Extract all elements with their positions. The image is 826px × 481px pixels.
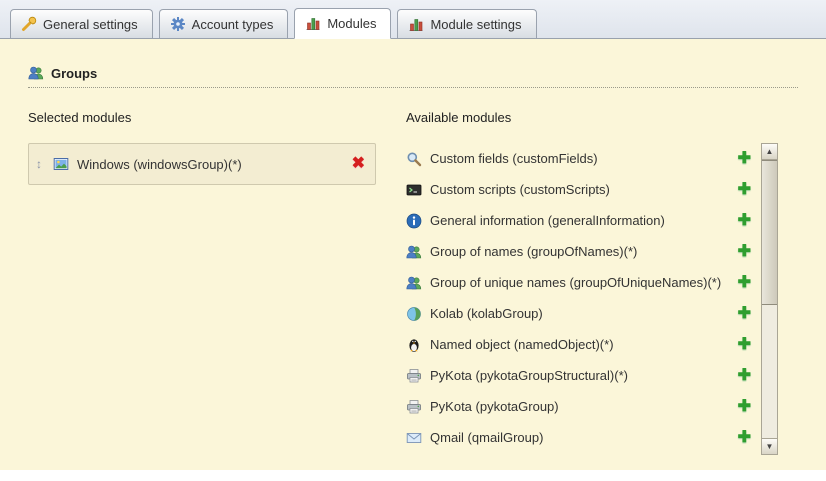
script-icon [406, 182, 422, 198]
available-module-label: General information (generalInformation) [430, 213, 730, 229]
available-module-label: Custom fields (customFields) [430, 151, 730, 167]
tab-general-settings[interactable]: General settings [10, 9, 153, 38]
available-module-label: Named object (namedObject)(*) [430, 337, 730, 353]
kolab-icon [406, 306, 422, 322]
available-module-label: Custom scripts (customScripts) [430, 182, 730, 198]
available-modules-label: Available modules [406, 110, 778, 125]
available-module-label: PyKota (pykotaGroupStructural)(*) [430, 368, 730, 384]
available-module-row: Custom fields (customFields) ✚ [406, 143, 761, 174]
printer-icon [406, 368, 422, 384]
add-module-button[interactable]: ✚ [738, 430, 751, 446]
available-module-row: PyKota (pykotaGroupStructural)(*) ✚ [406, 360, 761, 391]
selected-module-label: Windows (windowsGroup)(*) [77, 157, 344, 172]
add-module-button[interactable]: ✚ [738, 337, 751, 353]
add-module-button[interactable]: ✚ [738, 399, 751, 415]
available-module-row: Named object (namedObject)(*) ✚ [406, 329, 761, 360]
add-module-button[interactable]: ✚ [738, 151, 751, 167]
available-module-row: Group of names (groupOfNames)(*) ✚ [406, 236, 761, 267]
tab-module-settings[interactable]: Module settings [397, 9, 536, 38]
scrollbar-thumb[interactable] [762, 160, 777, 305]
available-module-label: Kolab (kolabGroup) [430, 306, 730, 322]
add-module-button[interactable]: ✚ [738, 244, 751, 260]
wrench-icon [21, 16, 37, 32]
available-module-row: Custom scripts (customScripts) ✚ [406, 174, 761, 205]
available-module-row: Group of unique names (groupOfUniqueName… [406, 267, 761, 298]
tab-bar: General settings Account types Modules M… [0, 0, 826, 39]
add-module-button[interactable]: ✚ [738, 275, 751, 291]
scroll-down-button[interactable]: ▼ [762, 438, 777, 454]
magnifier-icon [406, 151, 422, 167]
chart-icon [305, 15, 321, 31]
info-icon [406, 213, 422, 229]
groups-icon [28, 65, 44, 81]
add-module-button[interactable]: ✚ [738, 368, 751, 384]
group-icon [406, 275, 422, 291]
selected-module-row[interactable]: ↕ Windows (windowsGroup)(*) ✖ [29, 144, 375, 184]
remove-module-button[interactable]: ✖ [352, 156, 365, 172]
available-module-row: Qmail (qmailGroup) ✚ [406, 422, 761, 453]
selected-modules-label: Selected modules [28, 110, 376, 125]
available-module-row: PyKota (pykotaGroup) ✚ [406, 391, 761, 422]
scroll-up-button[interactable]: ▲ [762, 144, 777, 160]
tab-account-types[interactable]: Account types [159, 9, 289, 38]
add-module-button[interactable]: ✚ [738, 306, 751, 322]
penguin-icon [406, 337, 422, 353]
tab-modules[interactable]: Modules [294, 8, 391, 39]
add-module-button[interactable]: ✚ [738, 182, 751, 198]
available-module-label: Group of names (groupOfNames)(*) [430, 244, 730, 260]
chart-icon [408, 16, 424, 32]
drag-handle-icon[interactable]: ↕ [33, 157, 45, 171]
selected-modules-list: ↕ Windows (windowsGroup)(*) ✖ [28, 143, 376, 185]
image-icon [53, 156, 69, 172]
available-modules-list: Custom fields (customFields) ✚ Custom sc… [406, 143, 761, 455]
section-title: Groups [51, 66, 97, 81]
group-icon [406, 244, 422, 260]
groups-section-heading: Groups [28, 65, 798, 88]
available-module-row: Kolab (kolabGroup) ✚ [406, 298, 761, 329]
lam-config-page: General settings Account types Modules M… [0, 0, 826, 481]
available-module-label: Group of unique names (groupOfUniqueName… [430, 275, 730, 291]
printer-icon [406, 399, 422, 415]
add-module-button[interactable]: ✚ [738, 213, 751, 229]
content-area: Groups Selected modules ↕ Windows (windo… [0, 39, 826, 470]
mail-icon [406, 430, 422, 446]
gear-icon [170, 16, 186, 32]
scrollbar-track[interactable] [762, 160, 777, 438]
scrollbar[interactable]: ▲ ▼ [761, 143, 778, 455]
available-module-label: Qmail (qmailGroup) [430, 430, 730, 446]
available-module-label: PyKota (pykotaGroup) [430, 399, 730, 415]
available-module-row: General information (generalInformation)… [406, 205, 761, 236]
